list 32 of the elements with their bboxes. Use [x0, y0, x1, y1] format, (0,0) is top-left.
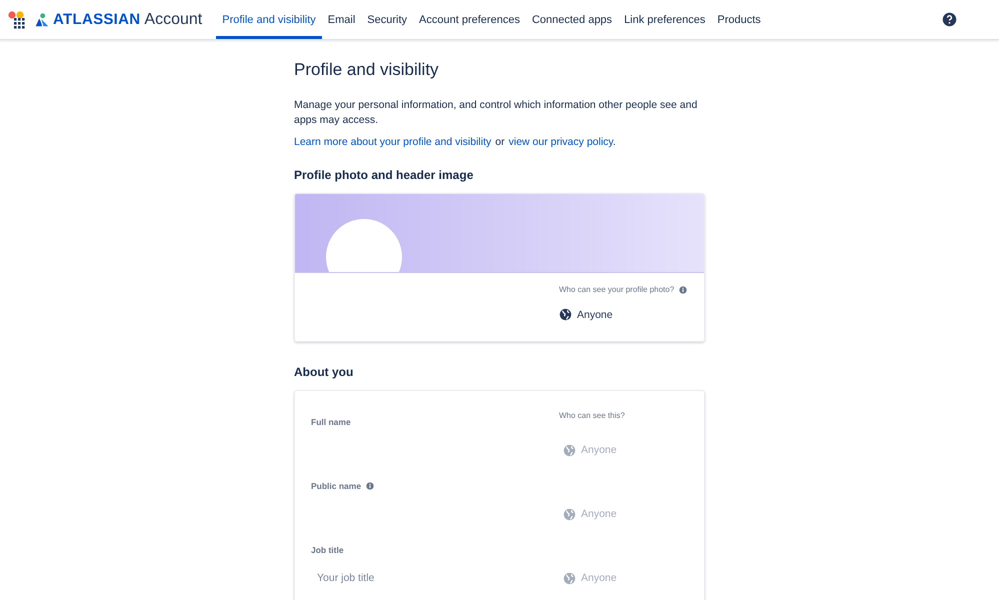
nav-tab[interactable]: Connected apps — [526, 0, 618, 39]
nav-tab[interactable]: Link preferences — [618, 0, 712, 39]
page-title: Profile and visibility — [294, 60, 440, 80]
globe-icon — [559, 308, 572, 321]
globe-icon — [563, 444, 576, 456]
info-icon[interactable] — [366, 482, 374, 490]
section-heading: About you — [294, 365, 354, 379]
nav-tab[interactable]: Profile and visibility — [216, 0, 322, 39]
visibility-column-label: Who can see this? — [559, 411, 625, 420]
help-icon[interactable] — [942, 12, 957, 27]
globe-icon — [563, 508, 576, 520]
profile-visibility-link[interactable]: Learn more about your profile and visibility — [294, 136, 492, 148]
or-text: or — [495, 136, 505, 148]
nav-tab[interactable]: Account preferences — [413, 0, 526, 39]
brand-suffix: Account — [144, 10, 202, 28]
field-label: Job title — [311, 545, 344, 555]
field-label: Public name — [311, 481, 362, 491]
globe-icon — [563, 572, 576, 584]
intro-text: Manage your personal information, and control which information other people see and apps may access. — [294, 98, 698, 128]
nav-tab[interactable]: Email — [322, 0, 362, 39]
nav-tab[interactable]: Products — [711, 0, 767, 39]
visibility-selector[interactable]: Anyone — [559, 308, 613, 321]
period-text: . — [612, 136, 616, 148]
privacy-policy-link[interactable]: view our privacy policy — [508, 136, 613, 148]
section-heading: Profile photo and header image — [294, 168, 474, 182]
visibility-question: Who can see your profile photo? — [559, 285, 674, 294]
field-label: Full name — [311, 417, 351, 427]
info-icon[interactable] — [679, 286, 688, 294]
text-field[interactable]: Your job title — [311, 572, 563, 584]
brand-name: ATLASSIAN — [53, 11, 140, 28]
atlassian-logo-icon — [35, 12, 49, 26]
nav-tab[interactable]: Security — [361, 0, 414, 39]
